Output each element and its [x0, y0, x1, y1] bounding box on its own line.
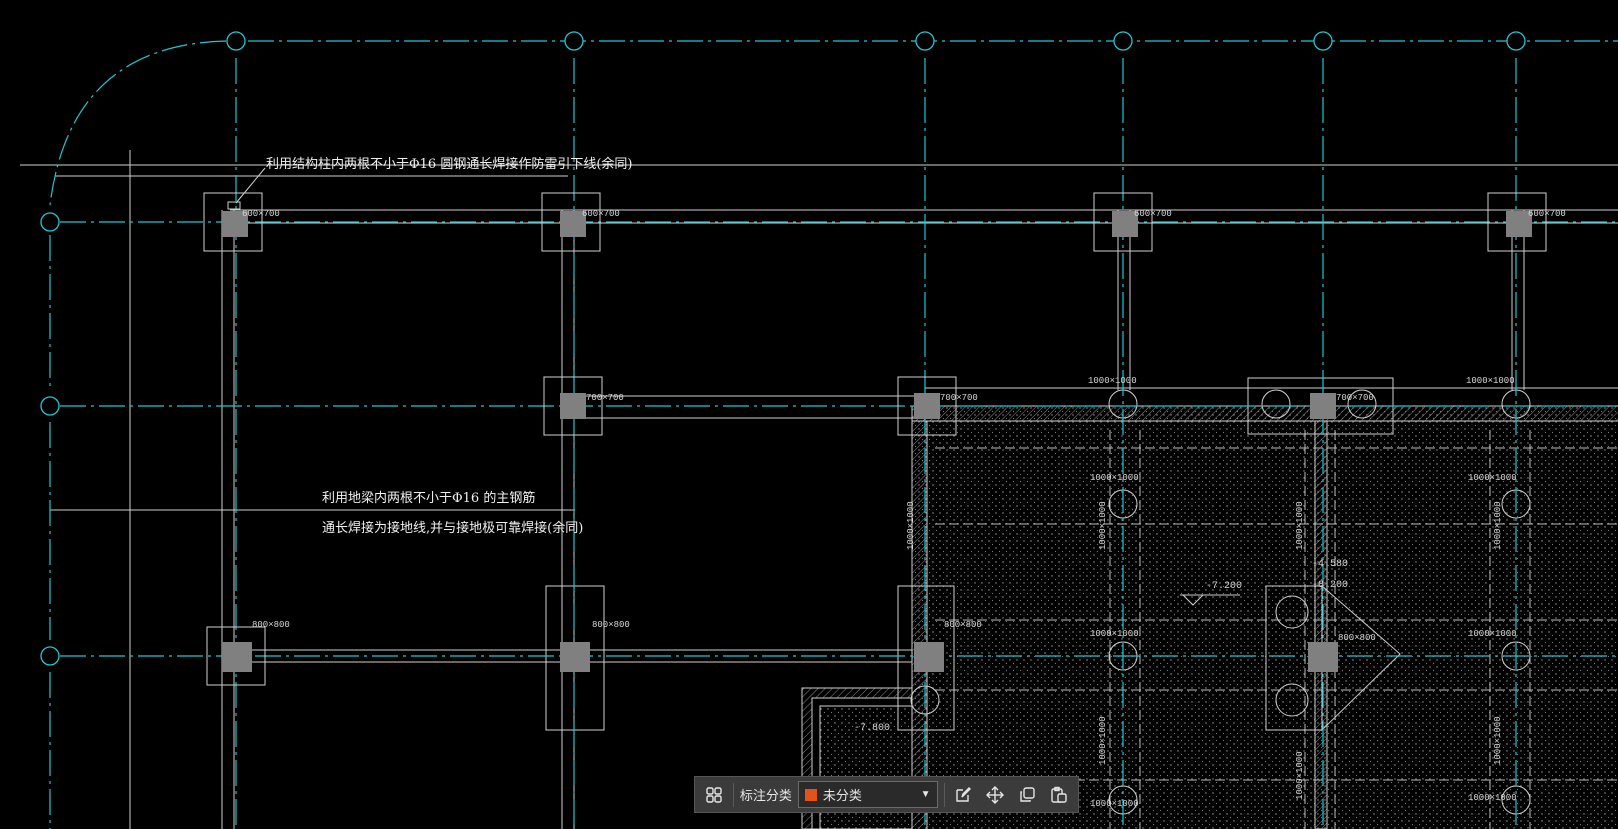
chevron-down-icon: ▼	[920, 789, 931, 800]
cad-drawing-canvas[interactable]: 利用结构柱内两根不小于Φ16 圆钢通长焊接作防雷引下线(余同) 利用地梁内两根不…	[0, 0, 1618, 829]
pit-size-label: 1000×1000	[1088, 376, 1137, 386]
paste-icon[interactable]	[1046, 781, 1072, 809]
annotation-grounding-line1: 利用地梁内两根不小于Φ16 的主钢筋	[322, 490, 535, 506]
category-color-swatch	[804, 788, 817, 801]
col-size-label: 600×700	[1528, 209, 1566, 219]
pit-size-label: 1000×1000	[1466, 376, 1515, 386]
vertical-size-label: 1000×1000	[906, 501, 916, 550]
toolbar-divider	[943, 782, 945, 807]
vertical-size-label: 1000×1000	[1295, 501, 1305, 550]
vertical-size-label: 1000×1000	[1493, 716, 1503, 765]
col-size-label: 800×800	[944, 620, 982, 630]
move-icon[interactable]	[982, 781, 1008, 809]
col-size-label: 700×700	[940, 393, 978, 403]
pit-size-label: 1000×1000	[1468, 629, 1517, 639]
elevation-label: -4.580	[1312, 559, 1348, 570]
col-size-label: 700×700	[1336, 393, 1374, 403]
foundation-slab	[545, 377, 1618, 829]
category-value: 未分类	[822, 788, 862, 803]
pit-size-label: 1000×1000	[1468, 473, 1517, 483]
pit-size-label: 1000×1000	[1468, 793, 1517, 803]
col-size-label: 600×700	[582, 209, 620, 219]
category-label: 标注分类	[739, 788, 792, 803]
edit-icon[interactable]	[950, 781, 976, 809]
pit-size-label: 1000×1000	[1090, 473, 1139, 483]
pit-size-label: 1000×1000	[1090, 629, 1139, 639]
col-size-label: 800×800	[1338, 633, 1376, 643]
grid-icon[interactable]	[701, 781, 727, 809]
vertical-size-label: 1000×1000	[1098, 501, 1108, 550]
elevation-label: -7.800	[854, 723, 890, 734]
col-size-label: 700×700	[586, 393, 624, 403]
toolbar-divider	[732, 782, 734, 807]
vertical-size-label: 1000×1000	[1098, 716, 1108, 765]
annotation-toolbar: 标注分类 未分类 ▼	[694, 776, 1079, 813]
elevation-label: -7.200	[1206, 581, 1242, 592]
vertical-size-label: 1000×1000	[1295, 751, 1305, 800]
col-size-label: 600×700	[242, 209, 280, 219]
category-dropdown[interactable]: 未分类 ▼	[797, 781, 938, 808]
annotation-lightning-downconductor: 利用结构柱内两根不小于Φ16 圆钢通长焊接作防雷引下线(余同)	[266, 156, 632, 172]
col-size-label: 800×800	[592, 620, 630, 630]
vertical-size-label: 1000×1000	[1493, 501, 1503, 550]
col-size-label: 600×700	[1134, 209, 1172, 219]
annotation-grounding-line2: 通长焊接为接地线,并与接地极可靠焊接(余同)	[322, 520, 583, 536]
col-size-label: 800×800	[252, 620, 290, 630]
elevation-label: -8.200	[1312, 580, 1348, 591]
copy-icon[interactable]	[1014, 781, 1040, 809]
pit-size-label: 1000×1000	[1090, 799, 1139, 809]
